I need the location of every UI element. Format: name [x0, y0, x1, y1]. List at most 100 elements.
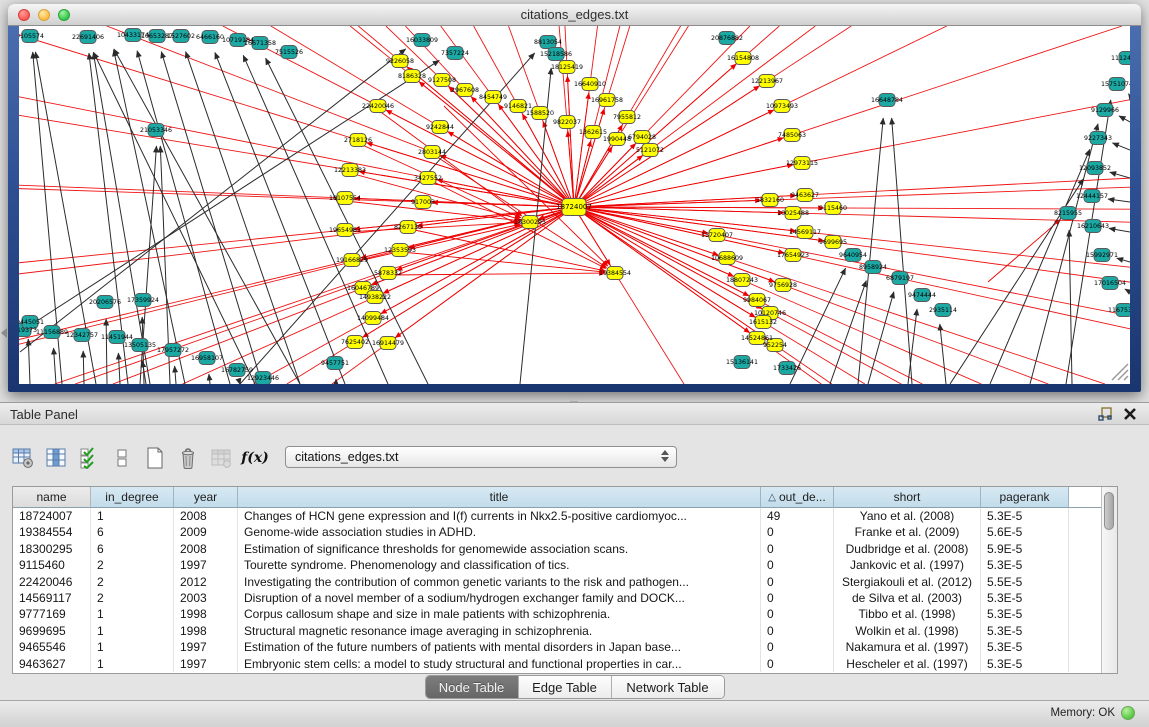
graph-node[interactable] — [149, 30, 165, 43]
graph-node[interactable] — [562, 199, 586, 216]
graph-node[interactable] — [719, 32, 735, 45]
column-header-in-degree[interactable]: in_degree — [91, 487, 174, 508]
create-column-icon[interactable] — [144, 447, 166, 469]
function-builder-icon[interactable]: f(x) — [243, 447, 265, 469]
graph-node[interactable] — [797, 189, 813, 202]
tab-node-table[interactable]: Node Table — [426, 676, 519, 698]
graph-node[interactable] — [759, 75, 775, 88]
graph-node[interactable] — [415, 196, 431, 209]
graph-node[interactable] — [1060, 207, 1076, 220]
graph-node[interactable] — [540, 36, 556, 49]
delete-column-icon[interactable] — [177, 447, 199, 469]
graph-node[interactable] — [22, 316, 38, 329]
float-panel-icon[interactable] — [1098, 407, 1113, 422]
graph-node[interactable] — [255, 372, 271, 385]
window-titlebar[interactable]: citations_edges.txt — [8, 4, 1141, 26]
graph-node[interactable] — [642, 144, 658, 157]
graph-node[interactable] — [400, 221, 416, 234]
memory-indicator[interactable]: Memory: OK — [1050, 706, 1135, 720]
graph-node[interactable] — [424, 146, 440, 159]
column-header-short[interactable]: short — [834, 487, 981, 508]
graph-node[interactable] — [935, 304, 951, 317]
graph-node[interactable] — [165, 344, 181, 357]
graph-node[interactable] — [135, 294, 151, 307]
graph-node[interactable] — [199, 352, 215, 365]
column-header-title[interactable]: title — [238, 487, 761, 508]
graph-node[interactable] — [755, 316, 771, 329]
graph-node[interactable] — [607, 267, 623, 280]
graph-node[interactable] — [420, 172, 436, 185]
graph-node[interactable] — [559, 116, 575, 129]
table-row[interactable]: 1938455462009Genome-wide association stu… — [13, 524, 1101, 540]
table-scrollbar[interactable] — [1101, 487, 1117, 673]
graph-node[interactable] — [1094, 249, 1110, 262]
graph-node[interactable] — [1102, 277, 1118, 290]
graph-node[interactable] — [434, 74, 450, 87]
graph-node[interactable] — [548, 48, 564, 61]
graph-node[interactable] — [709, 229, 725, 242]
show-columns-icon[interactable] — [45, 447, 67, 469]
graph-node[interactable] — [350, 134, 366, 147]
graph-node[interactable] — [97, 296, 113, 309]
table-row[interactable]: 977716911998Corpus callosum shape and si… — [13, 606, 1101, 622]
canvas-resize-grip[interactable] — [1112, 364, 1128, 380]
table-mode-icon[interactable] — [12, 447, 34, 469]
tab-edge-table[interactable]: Edge Table — [519, 676, 612, 698]
table-row[interactable]: 946554611997Estimation of the future num… — [13, 639, 1101, 655]
graph-node[interactable] — [173, 30, 189, 43]
graph-node[interactable] — [1097, 104, 1113, 117]
table-row[interactable]: 911546021997Tourette syndrome. Phenomeno… — [13, 557, 1101, 573]
graph-node[interactable] — [609, 133, 625, 146]
graph-node[interactable] — [229, 364, 245, 377]
table-row[interactable]: 2242004622012Investigating the contribut… — [13, 574, 1101, 590]
graph-node[interactable] — [365, 312, 381, 325]
close-panel-icon[interactable] — [1123, 407, 1137, 421]
table-scrollbar-thumb[interactable] — [1104, 492, 1114, 530]
unselect-rows-icon[interactable] — [111, 447, 133, 469]
graph-node[interactable] — [784, 129, 800, 142]
graph-node[interactable] — [1084, 190, 1100, 203]
graph-node[interactable] — [344, 254, 360, 267]
graph-node[interactable] — [794, 157, 810, 170]
graph-node[interactable] — [582, 78, 598, 91]
table-row[interactable]: 1830029562008Estimation of significance … — [13, 541, 1101, 557]
table-select-dropdown[interactable]: citations_edges.txt — [285, 446, 677, 468]
graph-node[interactable] — [532, 107, 548, 120]
graph-node[interactable] — [510, 100, 526, 113]
graph-node[interactable] — [865, 261, 881, 274]
graph-node[interactable] — [380, 267, 396, 280]
graph-node[interactable] — [347, 336, 363, 349]
graph-node[interactable] — [109, 331, 125, 344]
table-row[interactable]: 946362711997Embryonic stem cells: a mode… — [13, 656, 1101, 672]
graph-node[interactable] — [599, 94, 615, 107]
graph-node[interactable] — [734, 274, 750, 287]
graph-node[interactable] — [762, 194, 778, 207]
table-row[interactable]: 1872400712008Changes of HCN gene express… — [13, 508, 1101, 524]
graph-node[interactable] — [404, 70, 420, 83]
graph-node[interactable] — [1116, 304, 1130, 317]
graph-node[interactable] — [559, 61, 575, 74]
graph-node[interactable] — [44, 326, 60, 339]
graph-node[interactable] — [485, 91, 501, 104]
graph-node[interactable] — [132, 339, 148, 352]
graph-node[interactable] — [392, 244, 408, 257]
graph-node[interactable] — [619, 111, 635, 124]
graph-node[interactable] — [457, 84, 473, 97]
graph-node[interactable] — [785, 207, 801, 220]
graph-node[interactable] — [734, 356, 750, 369]
graph-node[interactable] — [634, 131, 650, 144]
graph-node[interactable] — [1119, 52, 1130, 65]
graph-node[interactable] — [585, 126, 601, 139]
graph-node[interactable] — [892, 272, 908, 285]
graph-node[interactable] — [1085, 220, 1101, 233]
graph-node[interactable] — [749, 294, 765, 307]
graph-node[interactable] — [74, 329, 90, 342]
graph-node[interactable] — [1087, 162, 1103, 175]
graph-node[interactable] — [774, 100, 790, 113]
graph-node[interactable] — [281, 46, 297, 59]
tab-network-table[interactable]: Network Table — [612, 676, 724, 698]
graph-node[interactable] — [845, 249, 861, 262]
graph-node[interactable] — [775, 279, 791, 292]
graph-node[interactable] — [785, 249, 801, 262]
graph-node[interactable] — [779, 362, 795, 375]
